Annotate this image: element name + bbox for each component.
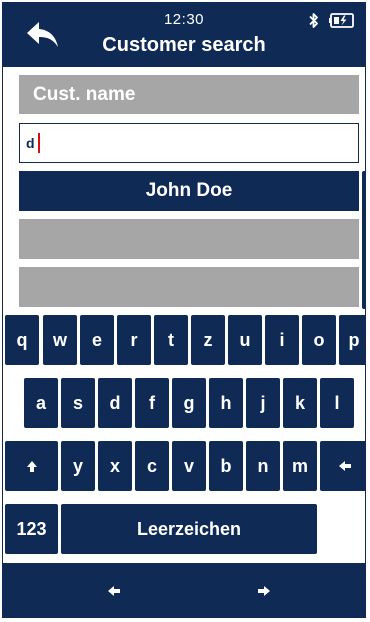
left-arrow-icon <box>108 586 120 596</box>
key-k[interactable]: k <box>283 378 317 428</box>
key-i[interactable]: i <box>265 315 299 365</box>
text-caret <box>37 133 40 153</box>
search-input-value: d <box>26 135 35 151</box>
right-arrow-icon <box>258 586 270 596</box>
key-c[interactable]: c <box>135 441 169 491</box>
key-p[interactable]: p <box>339 315 365 365</box>
key-d[interactable]: d <box>98 378 132 428</box>
key-x[interactable]: x <box>98 441 132 491</box>
shift-arrow-icon <box>26 460 37 472</box>
key-l[interactable]: l <box>320 378 354 428</box>
key-u[interactable]: u <box>228 315 262 365</box>
key-z[interactable]: z <box>191 315 225 365</box>
key-f[interactable]: f <box>135 378 169 428</box>
page-title: Customer search <box>102 34 266 56</box>
backspace-arrow-icon <box>338 461 351 471</box>
key-q[interactable]: q <box>5 315 39 365</box>
key-a[interactable]: a <box>24 378 58 428</box>
customer-name-label: Cust. name <box>19 75 359 114</box>
backspace-key[interactable] <box>320 441 365 491</box>
key-b[interactable]: b <box>209 441 243 491</box>
search-input[interactable]: d <box>19 123 359 163</box>
key-h[interactable]: h <box>209 378 243 428</box>
key-w[interactable]: w <box>43 315 77 365</box>
footer-bar <box>3 563 365 617</box>
numbers-key[interactable]: 123 <box>5 504 58 554</box>
key-t[interactable]: t <box>154 315 188 365</box>
key-o[interactable]: o <box>302 315 336 365</box>
key-y[interactable]: y <box>61 441 95 491</box>
header-bar: 12:30 Customer search <box>3 3 365 67</box>
space-key[interactable]: Leerzeichen <box>61 504 317 554</box>
result-item-1[interactable]: John Doe <box>19 171 359 211</box>
battery-charging-icon <box>329 13 354 28</box>
key-s[interactable]: s <box>61 378 95 428</box>
key-g[interactable]: g <box>172 378 206 428</box>
bluetooth-icon <box>309 13 318 28</box>
key-e[interactable]: e <box>80 315 114 365</box>
results-scrollbar[interactable] <box>362 171 365 309</box>
key-r[interactable]: r <box>117 315 151 365</box>
key-n[interactable]: n <box>246 441 280 491</box>
key-j[interactable]: j <box>246 378 280 428</box>
key-v[interactable]: v <box>172 441 206 491</box>
next-button[interactable] <box>250 580 278 602</box>
result-item-3[interactable] <box>19 267 359 307</box>
device-screen: 12:30 Customer search Cust. name d John … <box>2 2 366 618</box>
on-screen-keyboard: q w e r t z u i o p a s d f g h j k l y … <box>3 315 365 560</box>
shift-key[interactable] <box>5 441 58 491</box>
key-m[interactable]: m <box>283 441 317 491</box>
previous-button[interactable] <box>100 580 128 602</box>
result-item-2[interactable] <box>19 219 359 259</box>
